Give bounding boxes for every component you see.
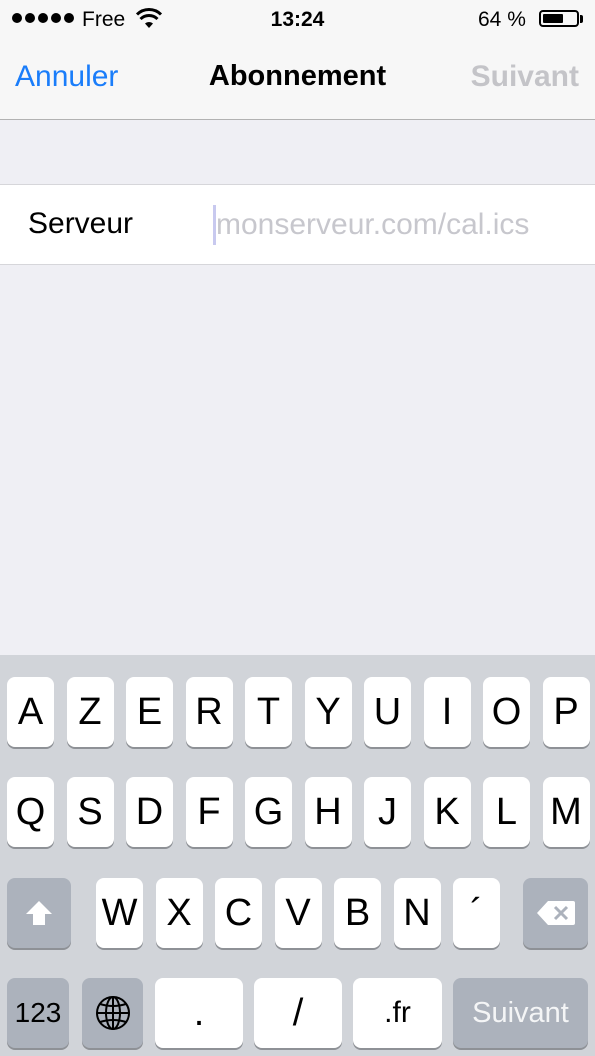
- key-label: Z: [78, 690, 102, 733]
- numbers-key-label: 123: [14, 997, 62, 1028]
- key-p[interactable]: P: [542, 677, 590, 747]
- key-a[interactable]: A: [7, 677, 54, 747]
- keyboard: A Z E R T Y U I O P Q S D F G H J K L M W X C V B N ´ 123 .: [0, 655, 595, 1056]
- key-label: T: [256, 690, 281, 733]
- key-m[interactable]: M: [542, 777, 590, 847]
- key-o[interactable]: O: [483, 677, 530, 747]
- navigation-bar: Annuler Abonnement Suivant: [0, 40, 595, 120]
- key-x[interactable]: X: [155, 878, 203, 948]
- key-k[interactable]: K: [423, 777, 471, 847]
- key-label: G: [253, 790, 284, 833]
- key-label: J: [378, 790, 397, 833]
- key-r[interactable]: R: [185, 677, 233, 747]
- key-label: I: [441, 690, 453, 733]
- key-accent[interactable]: ´: [453, 878, 500, 948]
- delete-icon: [536, 901, 575, 925]
- key-j[interactable]: J: [364, 777, 411, 847]
- key-label: C: [224, 891, 253, 934]
- server-label: Serveur: [28, 207, 134, 240]
- dot-key-label: .: [193, 991, 205, 1034]
- key-label: W: [101, 891, 138, 934]
- key-label: R: [195, 690, 223, 733]
- battery-percentage: 64 %: [478, 8, 526, 31]
- return-key-label: Suivant: [472, 996, 569, 1029]
- key-w[interactable]: W: [96, 878, 143, 948]
- slash-key[interactable]: /: [254, 978, 342, 1048]
- key-label: Q: [15, 790, 46, 833]
- key-label: V: [285, 891, 311, 934]
- key-y[interactable]: Y: [304, 677, 352, 747]
- status-bar: Free 13:24 64 %: [0, 0, 595, 40]
- slash-key-label: /: [292, 991, 304, 1034]
- key-g[interactable]: G: [245, 777, 292, 847]
- key-label: B: [344, 891, 371, 934]
- key-label: U: [373, 690, 402, 733]
- key-label: K: [434, 790, 460, 833]
- key-e[interactable]: E: [126, 677, 173, 747]
- key-f[interactable]: F: [185, 777, 233, 847]
- globe-key[interactable]: [82, 978, 143, 1048]
- key-label: O: [491, 690, 522, 733]
- battery-tip: [580, 15, 583, 23]
- key-l[interactable]: L: [483, 777, 530, 847]
- key-label: L: [495, 790, 518, 833]
- next-button[interactable]: Suivant: [471, 60, 579, 94]
- key-b[interactable]: B: [334, 878, 381, 948]
- globe-icon: [95, 996, 130, 1030]
- key-label: M: [550, 790, 582, 833]
- dot-key[interactable]: .: [155, 978, 243, 1048]
- key-label: P: [553, 690, 579, 733]
- key-label: ´: [470, 891, 483, 934]
- return-key[interactable]: Suivant: [453, 978, 588, 1048]
- key-h[interactable]: H: [304, 777, 352, 847]
- key-label: A: [17, 690, 44, 733]
- key-z[interactable]: Z: [66, 677, 114, 747]
- key-t[interactable]: T: [245, 677, 292, 747]
- fr-domain-key[interactable]: .fr: [353, 978, 442, 1048]
- battery-icon: [539, 10, 579, 27]
- key-n[interactable]: N: [393, 878, 441, 948]
- key-c[interactable]: C: [215, 878, 262, 948]
- key-label: Y: [315, 690, 341, 733]
- key-label: F: [197, 790, 221, 833]
- server-input[interactable]: [214, 203, 586, 247]
- key-q[interactable]: Q: [7, 777, 54, 847]
- key-label: X: [166, 891, 192, 934]
- shift-key[interactable]: [7, 878, 71, 948]
- key-d[interactable]: D: [126, 777, 173, 847]
- key-u[interactable]: U: [364, 677, 411, 747]
- numbers-key[interactable]: 123: [7, 978, 69, 1048]
- key-s[interactable]: S: [66, 777, 114, 847]
- key-label: H: [314, 790, 342, 833]
- key-i[interactable]: I: [423, 677, 471, 747]
- text-cursor: [213, 205, 216, 245]
- fr-domain-key-label: .fr: [384, 996, 411, 1029]
- key-label: N: [403, 891, 431, 934]
- key-label: D: [135, 790, 164, 833]
- key-label: E: [136, 690, 163, 733]
- delete-key[interactable]: [523, 878, 588, 948]
- key-label: S: [77, 790, 103, 833]
- server-field-row: Serveur: [0, 184, 595, 265]
- shift-icon: [26, 901, 52, 925]
- key-v[interactable]: V: [274, 878, 322, 948]
